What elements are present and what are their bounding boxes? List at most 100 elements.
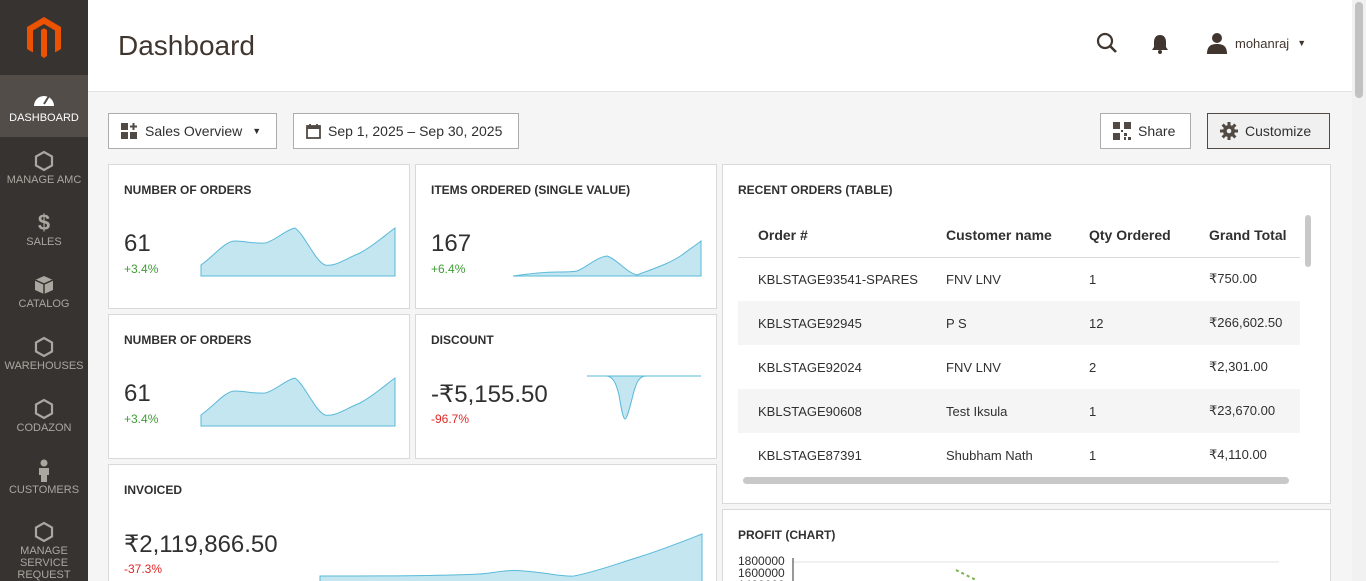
order-number: KBLSTAGE93541-SPARES <box>758 271 918 287</box>
page-title: Dashboard <box>118 30 255 61</box>
table-row[interactable]: KBLSTAGE92024 FNV LNV 2 ₹2,301.00 <box>738 345 1300 389</box>
orders-card[interactable]: NUMBER OF ORDERS 61 +3.4% <box>108 314 410 459</box>
date-range-label: Sep 1, 2025 – Sep 30, 2025 <box>328 123 503 139</box>
grand-total: ₹4,110.00 <box>1209 447 1267 462</box>
page-scrollbar[interactable] <box>1352 0 1366 581</box>
invoiced-card[interactable]: INVOICED ₹2,119,866.50 -37.3% <box>108 464 717 581</box>
customize-button[interactable]: Customize <box>1207 113 1330 149</box>
dollar-icon: $ <box>37 210 51 235</box>
grand-total: ₹2,301.00 <box>1209 359 1268 374</box>
table-row[interactable]: KBLSTAGE90608 Test Iksula 1 ₹23,670.00 <box>738 389 1300 433</box>
column-header-customer[interactable]: Customer name <box>946 213 1089 258</box>
sidebar-item-manage-amc[interactable]: MANAGE AMC <box>0 137 88 199</box>
box-icon <box>34 274 54 296</box>
card-value: 61 <box>124 230 151 257</box>
hexagon-icon <box>34 150 54 172</box>
card-delta: +6.4% <box>431 262 466 276</box>
dashboard-icon <box>32 88 56 110</box>
hexagon-icon <box>34 521 54 543</box>
sidebar-item-sales[interactable]: $ SALES <box>0 199 88 261</box>
card-title: PROFIT (CHART) <box>738 528 836 542</box>
view-switcher-dropdown[interactable]: Sales Overview ▼ <box>108 113 277 149</box>
column-header-total[interactable]: Grand Total <box>1209 213 1300 258</box>
table-row[interactable]: KBLSTAGE92945 P S 12 ₹266,602.50 <box>738 301 1300 345</box>
share-button[interactable]: Share <box>1100 113 1191 149</box>
customer-name: FNV LNV <box>946 359 1001 375</box>
calendar-icon <box>306 124 321 139</box>
column-header-qty[interactable]: Qty Ordered <box>1089 213 1209 258</box>
sidebar-item-dashboard[interactable]: DASHBOARD <box>0 75 88 137</box>
items-sparkline <box>512 239 702 277</box>
gear-icon <box>1220 122 1238 140</box>
order-number: KBLSTAGE92024 <box>758 359 862 375</box>
hexagon-icon <box>34 398 54 420</box>
column-header-order[interactable]: Order # <box>738 213 946 258</box>
bell-icon[interactable] <box>1151 34 1169 59</box>
person-icon <box>36 459 52 482</box>
view-label: Sales Overview <box>145 123 243 139</box>
hexagon-icon <box>34 336 54 358</box>
card-title: RECENT ORDERS (TABLE) <box>738 183 893 197</box>
qty-ordered: 12 <box>1089 301 1209 345</box>
table-header-row: Order # Customer name Qty Ordered Grand … <box>738 213 1300 258</box>
sidebar-item-customers[interactable]: CUSTOMERS <box>0 447 88 509</box>
profit-chart-card: PROFIT (CHART) 1800000 1600000 1400000 <box>722 509 1331 581</box>
sidebar-item-codazon[interactable]: CODAZON <box>0 385 88 447</box>
customer-name: P S <box>946 301 1089 345</box>
sidebar-item-manage-service-request[interactable]: MANAGE SERVICE REQUEST <box>0 509 88 581</box>
card-value: 61 <box>124 380 151 407</box>
card-value: -₹5,155.50 <box>431 381 548 408</box>
discount-card[interactable]: DISCOUNT -₹5,155.50 -96.7% <box>415 314 717 459</box>
sidebar-item-label: MANAGE SERVICE REQUEST <box>17 545 71 581</box>
discount-sparkline <box>587 375 701 420</box>
table-row[interactable]: KBLSTAGE93541-SPARES FNV LNV 1 ₹750.00 <box>738 257 1300 301</box>
user-menu[interactable]: mohanraj ▼ <box>1206 32 1306 54</box>
table-vertical-scrollbar[interactable] <box>1305 215 1311 267</box>
qty-ordered: 1 <box>1089 447 1097 463</box>
magento-logo[interactable] <box>0 0 88 75</box>
card-delta: +3.4% <box>124 262 159 276</box>
search-icon[interactable] <box>1096 32 1118 59</box>
grand-total: ₹750.00 <box>1209 271 1258 287</box>
orders-sparkline <box>200 227 396 277</box>
page-scrollbar-thumb[interactable] <box>1355 2 1363 98</box>
card-delta: +3.4% <box>124 412 159 426</box>
card-title: ITEMS ORDERED (SINGLE VALUE) <box>431 183 631 197</box>
card-value: 167 <box>431 230 472 257</box>
items-ordered-card[interactable]: ITEMS ORDERED (SINGLE VALUE) 167 +6.4% <box>415 164 717 309</box>
card-delta: -96.7% <box>431 412 470 426</box>
qty-ordered: 1 <box>1089 389 1209 433</box>
customer-name: Shubham Nath <box>946 447 1033 463</box>
recent-orders-card: RECENT ORDERS (TABLE) Order # Customer n… <box>722 164 1331 504</box>
sidebar-item-label: SALES <box>26 236 62 248</box>
grand-total: ₹266,602.50 <box>1209 301 1300 345</box>
customer-name: Test Iksula <box>946 389 1089 433</box>
table-horizontal-scrollbar[interactable] <box>743 477 1289 484</box>
grid-add-icon <box>121 122 137 139</box>
card-title: INVOICED <box>124 483 183 497</box>
qty-ordered: 1 <box>1089 271 1097 287</box>
card-value: ₹2,119,866.50 <box>124 531 278 558</box>
date-range-picker[interactable]: Sep 1, 2025 – Sep 30, 2025 <box>293 113 519 149</box>
sidebar-item-warehouses[interactable]: WAREHOUSES <box>0 323 88 385</box>
dashboard-toolbar: Sales Overview ▼ Sep 1, 2025 – Sep 30, 2… <box>88 93 1352 163</box>
grand-total: ₹23,670.00 <box>1209 389 1300 433</box>
sidebar-item-label: CODAZON <box>16 422 72 434</box>
share-label: Share <box>1138 123 1176 139</box>
sidebar-item-label: WAREHOUSES <box>4 360 84 372</box>
customer-name: FNV LNV <box>946 271 1001 287</box>
table-row[interactable]: KBLSTAGE87391 Shubham Nath 1 ₹4,110.00 <box>738 433 1300 468</box>
recent-orders-table-wrapper: Order # Customer name Qty Ordered Grand … <box>738 213 1300 468</box>
sidebar-item-label: DASHBOARD <box>9 112 79 124</box>
recent-orders-table: Order # Customer name Qty Ordered Grand … <box>738 213 1300 468</box>
user-avatar-icon <box>1207 33 1227 54</box>
page-header: Dashboard mohanraj ▼ <box>88 0 1352 92</box>
card-title: DISCOUNT <box>431 333 494 347</box>
orders-card[interactable]: NUMBER OF ORDERS 61 +3.4% <box>108 164 410 309</box>
chevron-down-icon: ▼ <box>1297 38 1307 48</box>
sidebar-item-catalog[interactable]: CATALOG <box>0 261 88 323</box>
invoiced-sparkline <box>319 533 703 581</box>
sidebar-item-label: CUSTOMERS <box>8 484 80 496</box>
order-number: KBLSTAGE92945 <box>738 301 946 345</box>
order-number: KBLSTAGE87391 <box>758 447 862 463</box>
